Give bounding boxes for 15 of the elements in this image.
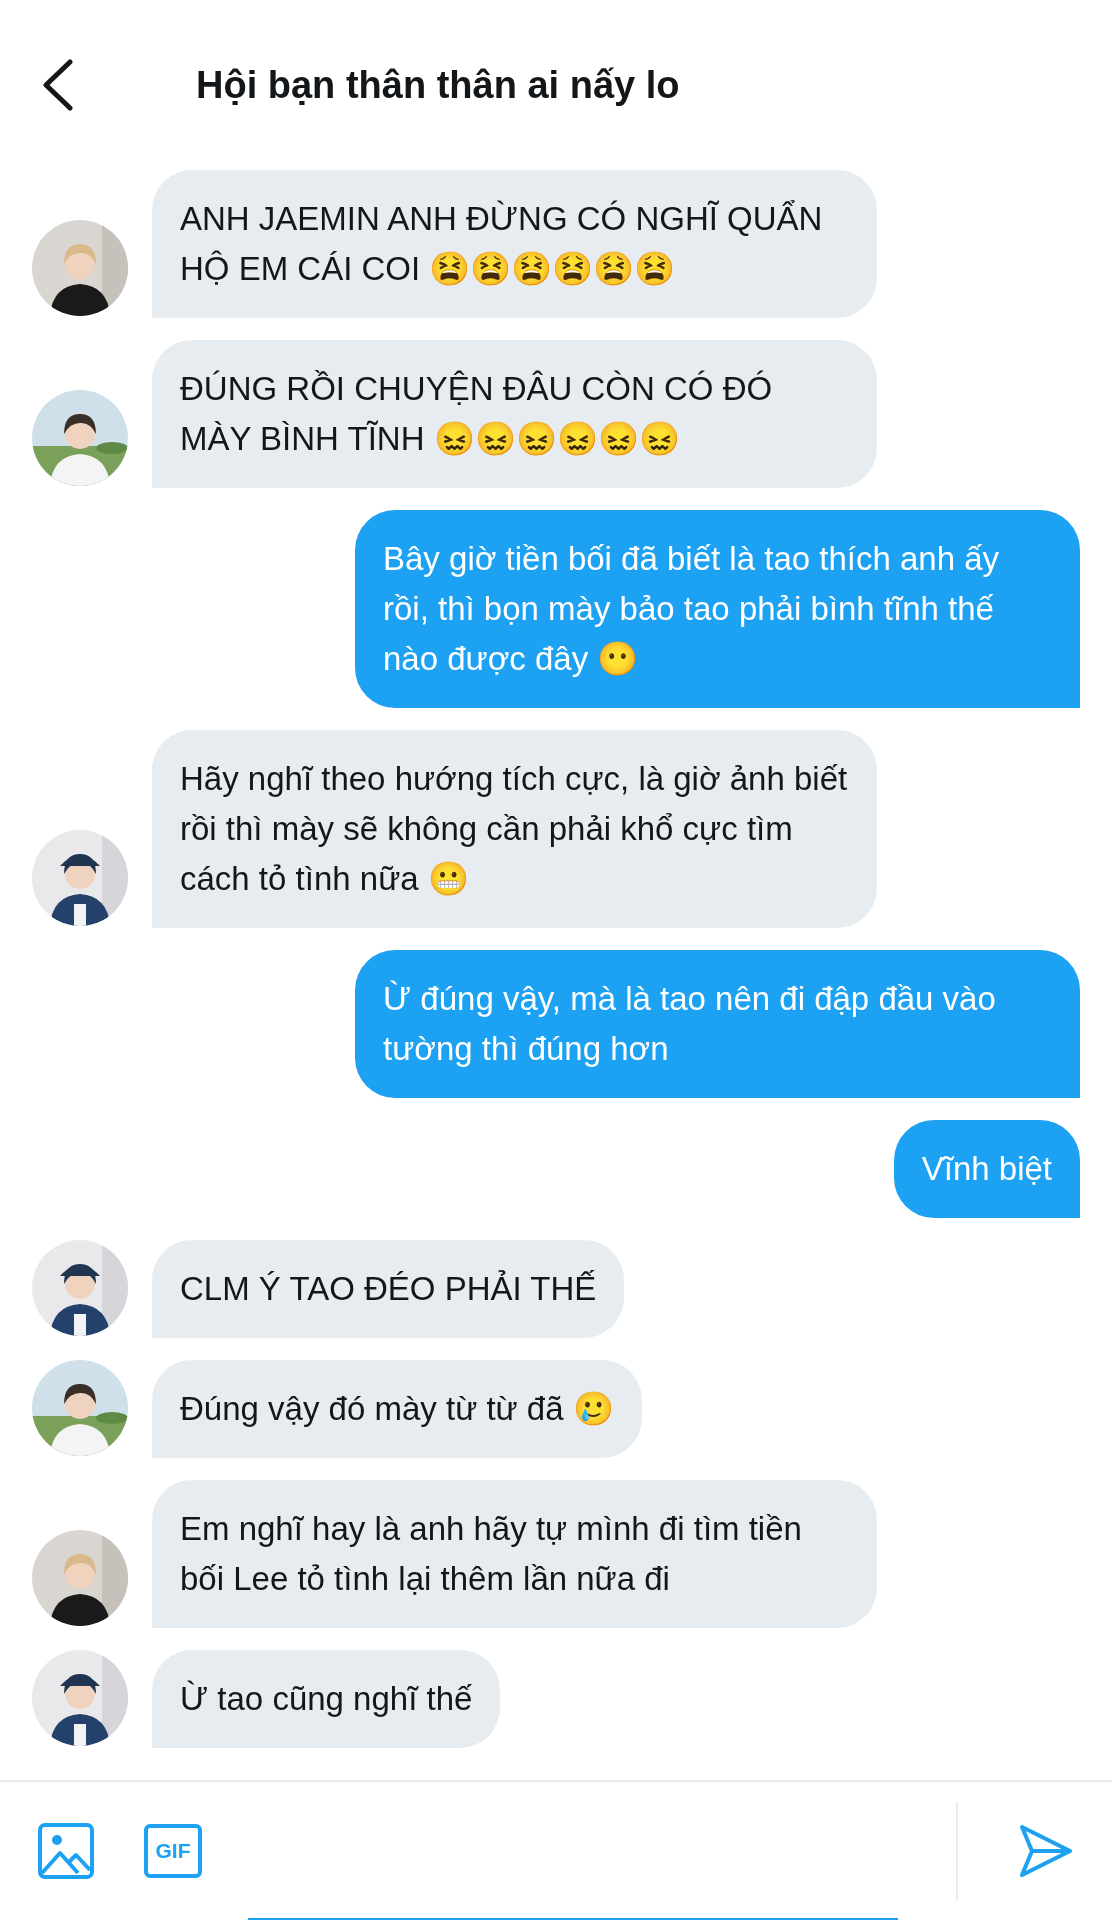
message-bubble: Vĩnh biệt	[893, 1120, 1080, 1218]
message-bubble: Ừ đúng vậy, mà là tao nên đi đập đầu vào tường thì đúng hơn	[355, 950, 1080, 1098]
message-bubble: Hãy nghĩ theo hướng tích cực, là giờ ảnh biết rồi thì mày sẽ không cần phải khổ cực tìm cách tỏ tình nữa 😬	[152, 730, 877, 928]
image-icon[interactable]	[38, 1823, 94, 1879]
chat-title: Hội bạn thân thân ai nấy lo	[196, 63, 680, 107]
message-bubble: Ừ tao cũng nghĩ thế	[152, 1650, 501, 1748]
back-icon[interactable]	[40, 59, 76, 111]
message-bubble: ĐÚNG RỒI CHUYỆN ĐÂU CÒN CÓ ĐÓ MÀY BÌNH TĨNH 😖😖😖😖😖😖	[152, 340, 877, 488]
gif-button[interactable]: GIF	[144, 1824, 202, 1878]
message-bubble: Bây giờ tiền bối đã biết là tao thích anh ấy rồi, thì bọn mày bảo tao phải bình tĩnh thế nào được đây 😶	[355, 510, 1080, 708]
message-bubble: ANH JAEMIN ANH ĐỪNG CÓ NGHĨ QUẨN HỘ EM CÁI COI 😫😫😫😫😫😫	[152, 170, 877, 318]
message-bubble: CLM Ý TAO ĐÉO PHẢI THẾ	[152, 1240, 625, 1338]
message-bubble: Đúng vậy đó mày từ từ đã 🥲	[152, 1360, 642, 1458]
message-bubble: Em nghĩ hay là anh hãy tự mình đi tìm tiền bối Lee tỏ tình lại thêm lần nữa đi	[152, 1480, 877, 1628]
send-icon[interactable]	[1018, 1823, 1074, 1879]
